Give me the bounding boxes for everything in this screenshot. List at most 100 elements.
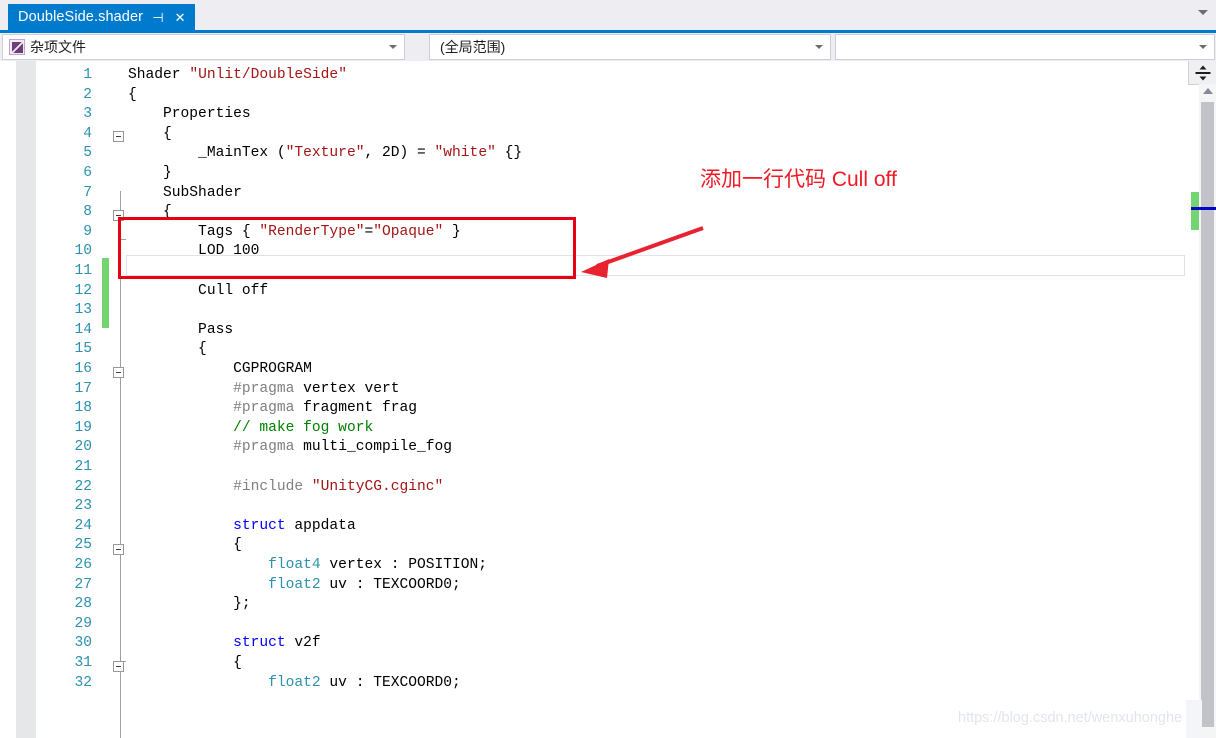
line-number: 2 <box>83 86 92 103</box>
member-dropdown[interactable] <box>835 34 1215 60</box>
code-line[interactable]: 22 #include "UnityCG.cginc" <box>0 478 1216 498</box>
chevron-down-icon[interactable] <box>389 45 397 49</box>
code-line[interactable]: 32 float2 uv : TEXCOORD0; <box>0 674 1216 694</box>
code-line[interactable]: 31 { <box>0 654 1216 674</box>
vertical-scrollbar[interactable] <box>1199 84 1216 738</box>
code-line[interactable]: 14 Pass <box>0 321 1216 341</box>
line-number: 10 <box>74 243 92 260</box>
split-view-icon <box>1195 65 1210 80</box>
code-line[interactable]: 30 struct v2f <box>0 634 1216 654</box>
line-number: 9 <box>83 223 92 240</box>
scope-dropdown[interactable]: (全局范围) <box>429 34 831 60</box>
line-number: 30 <box>74 635 92 652</box>
code-text[interactable]: // make fog work <box>128 419 373 439</box>
code-text[interactable]: } <box>128 164 172 184</box>
line-number: 28 <box>74 596 92 613</box>
code-line[interactable]: 23 <box>0 497 1216 517</box>
watermark-block <box>1186 700 1202 738</box>
code-line[interactable]: 25 { <box>0 536 1216 556</box>
scrollbar-caret-marker <box>1191 207 1216 210</box>
chevron-down-icon[interactable] <box>1199 45 1207 49</box>
code-line[interactable]: 29 <box>0 615 1216 635</box>
code-text[interactable]: #pragma vertex vert <box>128 380 399 400</box>
code-line[interactable]: 15 { <box>0 340 1216 360</box>
code-line[interactable]: 1 Shader "Unlit/DoubleSide" <box>0 66 1216 86</box>
line-number: 7 <box>83 184 92 201</box>
scope-dropdown-value: (全局范围) <box>440 39 506 55</box>
code-line[interactable]: 13 <box>0 301 1216 321</box>
code-text[interactable]: Properties <box>128 105 251 125</box>
chevron-down-icon[interactable] <box>1198 10 1208 15</box>
line-number: 32 <box>74 674 92 691</box>
line-number: 5 <box>83 145 92 162</box>
code-text[interactable]: #pragma multi_compile_fog <box>128 438 452 458</box>
chevron-down-icon[interactable] <box>815 45 823 49</box>
code-line[interactable]: 21 <box>0 458 1216 478</box>
highlight-rectangle <box>118 217 576 279</box>
code-text[interactable]: float2 uv : TEXCOORD0; <box>128 576 461 596</box>
annotation-arrow <box>581 226 704 278</box>
code-line[interactable]: 20 #pragma multi_compile_fog <box>0 438 1216 458</box>
line-number: 14 <box>74 321 92 338</box>
tab-doubleside-shader[interactable]: DoubleSide.shader ⊣ ✕ <box>8 4 196 30</box>
code-line[interactable]: 18 #pragma fragment frag <box>0 399 1216 419</box>
line-number: 23 <box>74 498 92 515</box>
split-view-button[interactable] <box>1188 61 1216 85</box>
code-text[interactable]: }; <box>128 595 251 615</box>
code-line[interactable]: 26 float4 vertex : POSITION; <box>0 556 1216 576</box>
project-dropdown-value: 杂项文件 <box>30 39 86 55</box>
code-line[interactable]: 3 Properties <box>0 105 1216 125</box>
code-text[interactable]: _MainTex ("Texture", 2D) = "white" {} <box>128 144 522 164</box>
code-line[interactable]: 24 struct appdata <box>0 517 1216 537</box>
scrollbar-change-marker <box>1191 192 1199 230</box>
scroll-thumb[interactable] <box>1201 102 1214 727</box>
code-text[interactable]: float2 uv : TEXCOORD0; <box>128 674 461 694</box>
line-number: 16 <box>74 361 92 377</box>
code-text[interactable]: { <box>128 536 242 556</box>
line-number: 8 <box>83 204 92 221</box>
line-number: 18 <box>74 400 92 417</box>
tab-label: DoubleSide.shader <box>18 9 144 25</box>
code-text[interactable]: { <box>128 340 207 360</box>
line-number: 24 <box>74 517 92 534</box>
code-text[interactable]: { <box>128 125 172 145</box>
line-number: 27 <box>74 576 92 593</box>
close-icon[interactable]: ✕ <box>173 11 187 24</box>
code-line[interactable]: 19 // make fog work <box>0 419 1216 439</box>
code-text[interactable]: { <box>128 654 242 674</box>
line-number: 22 <box>74 478 92 495</box>
line-number: 4 <box>83 125 92 142</box>
code-text[interactable]: float4 vertex : POSITION; <box>128 556 487 576</box>
misc-file-icon <box>9 39 25 55</box>
navigation-bar: 杂项文件 (全局范围) <box>0 33 1216 61</box>
code-text[interactable]: #include "UnityCG.cginc" <box>128 478 443 498</box>
watermark: https://blog.csdn.net/wenxuhonghe <box>958 710 1183 726</box>
line-number: 21 <box>74 459 92 475</box>
annotation-label: 添加一行代码 Cull off <box>700 168 897 191</box>
code-text[interactable]: { <box>128 86 137 106</box>
code-text[interactable]: SubShader <box>128 184 242 204</box>
line-number: 15 <box>74 341 92 358</box>
code-text[interactable]: Cull off <box>128 282 268 302</box>
code-text[interactable]: Shader "Unlit/DoubleSide" <box>128 66 347 86</box>
line-number: 29 <box>74 615 92 632</box>
code-line[interactable]: 4 { <box>0 125 1216 145</box>
project-dropdown[interactable]: 杂项文件 <box>2 34 405 60</box>
code-line[interactable]: 27 float2 uv : TEXCOORD0; <box>0 576 1216 596</box>
pin-icon[interactable]: ⊣ <box>151 11 165 24</box>
code-line[interactable]: 16 CGPROGRAM <box>0 360 1216 380</box>
code-text[interactable]: CGPROGRAM <box>128 360 312 380</box>
line-number: 13 <box>74 302 92 319</box>
code-text[interactable]: #pragma fragment frag <box>128 399 417 419</box>
line-number: 1 <box>83 67 92 83</box>
line-number: 12 <box>74 282 92 299</box>
scroll-up-arrow-icon[interactable] <box>1203 88 1213 94</box>
code-line[interactable]: 17 #pragma vertex vert <box>0 380 1216 400</box>
line-number: 19 <box>74 419 92 436</box>
code-text[interactable]: struct v2f <box>128 634 321 654</box>
code-line[interactable]: 2{ <box>0 86 1216 106</box>
code-text[interactable]: struct appdata <box>128 517 356 537</box>
tab-bar: DoubleSide.shader ⊣ ✕ <box>0 0 1216 30</box>
code-text[interactable]: Pass <box>128 321 233 341</box>
code-line[interactable]: 28 }; <box>0 595 1216 615</box>
